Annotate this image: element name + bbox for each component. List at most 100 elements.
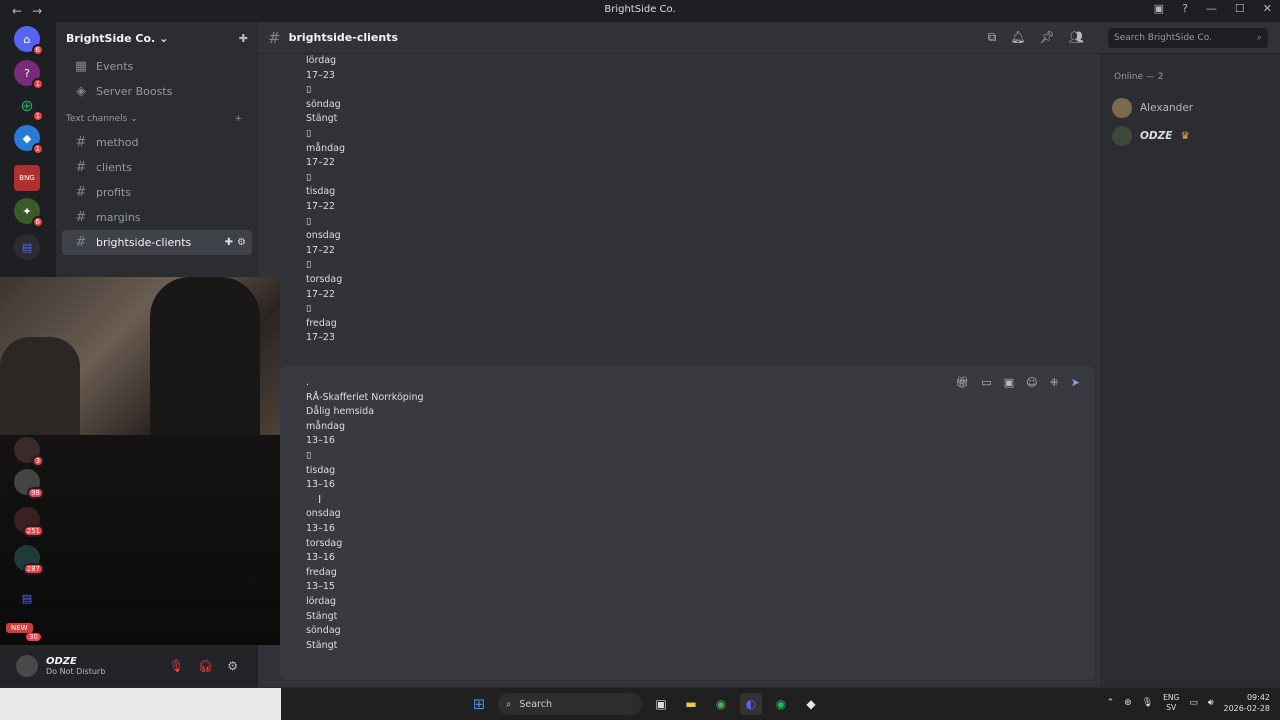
microphone-icon[interactable]: 🎙︎ — [1142, 698, 1153, 708]
network-icon[interactable]: ⊛ — [1124, 698, 1132, 708]
sidebar-item-profits[interactable]: # profits — [62, 180, 252, 205]
boost-icon: ◈ — [76, 84, 86, 99]
chevron-down-icon: ⌄ — [159, 31, 169, 45]
server-icon[interactable]: ? 1 — [14, 60, 44, 90]
server-icon[interactable]: ⊕ 1 — [14, 92, 44, 122]
server-icon[interactable]: ◆ 1 — [14, 125, 44, 155]
text-line: lördag — [306, 595, 337, 607]
app-icon[interactable]: ◆ — [800, 693, 822, 715]
emoji-icon[interactable]: ☺ — [1026, 376, 1037, 389]
language-indicator[interactable]: ENG SV — [1163, 693, 1179, 713]
hash-icon: # — [268, 28, 281, 47]
emoji-placeholder-icon: ▯ — [306, 84, 312, 96]
gear-icon[interactable]: ⚙ — [227, 659, 238, 673]
username: ODZE — [46, 656, 77, 667]
gift-icon[interactable]: 🎁︎ — [955, 376, 969, 389]
user-status: Do Not Disturb — [46, 667, 106, 676]
spotify-icon[interactable]: ◉ — [770, 693, 792, 715]
discord-taskbar-icon[interactable]: ◐ — [740, 693, 762, 715]
text-line: fredag — [306, 566, 337, 578]
add-member-icon[interactable]: ✚ — [239, 32, 248, 45]
display-icon[interactable]: ▭ — [1189, 698, 1198, 708]
task-view-icon[interactable]: ▣ — [650, 693, 672, 715]
windows-start-icon[interactable]: ⊞ — [468, 693, 490, 715]
text-line — [306, 493, 424, 508]
sidebar-item-server-boosts[interactable]: ◈ Server Boosts — [62, 79, 252, 104]
sidebar-item-method[interactable]: # method — [62, 130, 252, 155]
server-icon[interactable]: ✦ 6 — [14, 198, 44, 228]
send-icon[interactable]: ➤ — [1071, 376, 1080, 389]
invite-icon[interactable]: ✚ — [225, 237, 233, 248]
server-icon[interactable]: 3 — [14, 437, 44, 467]
calendar-icon: ▦ — [74, 59, 88, 74]
search-icon: ⌕ — [506, 698, 512, 710]
text-line: söndag — [306, 625, 341, 637]
file-explorer-icon[interactable]: ▬ — [680, 693, 702, 715]
folder-icon[interactable]: ▤ — [14, 234, 40, 260]
add-channel-icon[interactable]: + — [234, 114, 242, 124]
text-line: tisdag — [306, 186, 336, 198]
notification-badge: 30 — [26, 633, 41, 641]
emoji-placeholder-icon: ▯ — [306, 127, 312, 139]
volume-icon[interactable]: 🔊︎ — [1208, 698, 1214, 708]
text-line: onsdag — [306, 508, 341, 520]
message-composer[interactable]: 🎁︎ ▭ ▣ ☺ ⁜ ➤ . RÅ-Skafferiet Norrköping Då… — [280, 366, 1094, 680]
pin-icon[interactable]: 📌︎ — [1040, 30, 1055, 45]
minimize-button[interactable]: — — [1206, 2, 1217, 15]
text-cursor-icon: I — [318, 493, 322, 506]
apps-icon[interactable]: ⁜ — [1050, 376, 1059, 389]
text-line: 17–22 — [306, 157, 335, 169]
server-icon[interactable]: 98 — [14, 469, 44, 499]
text-line: Stängt — [306, 113, 338, 125]
folder-icon[interactable]: ▤ — [14, 585, 40, 611]
taskbar-search[interactable]: ⌕ Search — [498, 693, 642, 715]
text-line: torsdag — [306, 537, 343, 549]
headphones-muted-icon[interactable]: 🎧︎ — [198, 659, 213, 673]
text-line: måndag — [306, 420, 345, 432]
text-line: 17–22 — [306, 200, 335, 212]
avatar — [1112, 98, 1132, 118]
emoji-placeholder-icon: ▯ — [306, 303, 312, 315]
text-line: tisdag — [306, 464, 336, 476]
clock[interactable]: 09:42 2026-02-28 — [1224, 692, 1271, 714]
home-icon[interactable]: ⌂ 6 — [14, 26, 44, 56]
search-icon: ⌕ — [1256, 33, 1262, 43]
gif-icon[interactable]: ▭ — [981, 376, 991, 389]
bell-icon[interactable]: 🔔︎ — [1010, 30, 1025, 45]
hash-icon: # — [75, 235, 87, 250]
help-icon[interactable]: ? — [1182, 2, 1188, 15]
server-icon[interactable]: 287 — [14, 545, 44, 575]
member-alexander[interactable]: Alexander — [1100, 94, 1280, 122]
window-title: BrightSide Co. — [604, 4, 676, 15]
text-line: 13–16 — [306, 435, 335, 447]
dimmed-server-list: 3 98 251 287 ▤ NEW 30 — [0, 435, 280, 645]
avatar[interactable] — [16, 655, 38, 677]
user-panel: ODZE Do Not Disturb 🎙︎ 🎧︎ ⚙ — [0, 645, 258, 687]
chrome-icon[interactable]: ◉ — [710, 693, 732, 715]
message-content: lördag 17–23 ▯ söndag Stängt ▯ måndag 17–22 ▯ tis… — [306, 54, 345, 346]
sidebar-item-clients[interactable]: # clients — [62, 155, 252, 180]
notification-badge: 1 — [31, 143, 44, 155]
new-badge: NEW — [6, 623, 33, 633]
server-icon[interactable]: 251 — [14, 507, 44, 537]
members-icon[interactable]: 👥︎ — [1069, 30, 1084, 45]
channel-title: brightside-clients — [288, 31, 398, 44]
gear-icon[interactable]: ⚙ — [237, 237, 246, 248]
sidebar-item-margins[interactable]: # margins — [62, 205, 252, 230]
category-header[interactable]: Text channels ⌄ + — [56, 108, 258, 130]
webcam-overlay — [0, 277, 280, 435]
member-odze[interactable]: ODZE ♛ — [1100, 122, 1280, 150]
server-icon[interactable]: BNG — [14, 165, 40, 191]
threads-icon[interactable]: ⧉ — [988, 30, 997, 45]
server-header[interactable]: BrightSide Co. ⌄ ✚ — [56, 22, 258, 54]
chevron-up-icon[interactable]: ⌃ — [1107, 698, 1115, 708]
inbox-icon[interactable]: ▣ — [1154, 2, 1164, 15]
maximize-button[interactable]: ☐ — [1235, 2, 1245, 15]
close-button[interactable]: ✕ — [1263, 2, 1272, 15]
sidebar-item-events[interactable]: ▦ Events — [62, 54, 252, 79]
sticker-icon[interactable]: ▣ — [1004, 376, 1014, 389]
composer-text[interactable]: . RÅ-Skafferiet Norrköping Dålig hemsida må… — [306, 376, 424, 653]
sidebar-item-brightside-clients[interactable]: # brightside-clients ✚ ⚙ — [62, 230, 252, 255]
search-input[interactable]: Search BrightSide Co. ⌕ — [1108, 28, 1268, 48]
mic-muted-icon[interactable]: 🎙︎ — [169, 659, 184, 673]
